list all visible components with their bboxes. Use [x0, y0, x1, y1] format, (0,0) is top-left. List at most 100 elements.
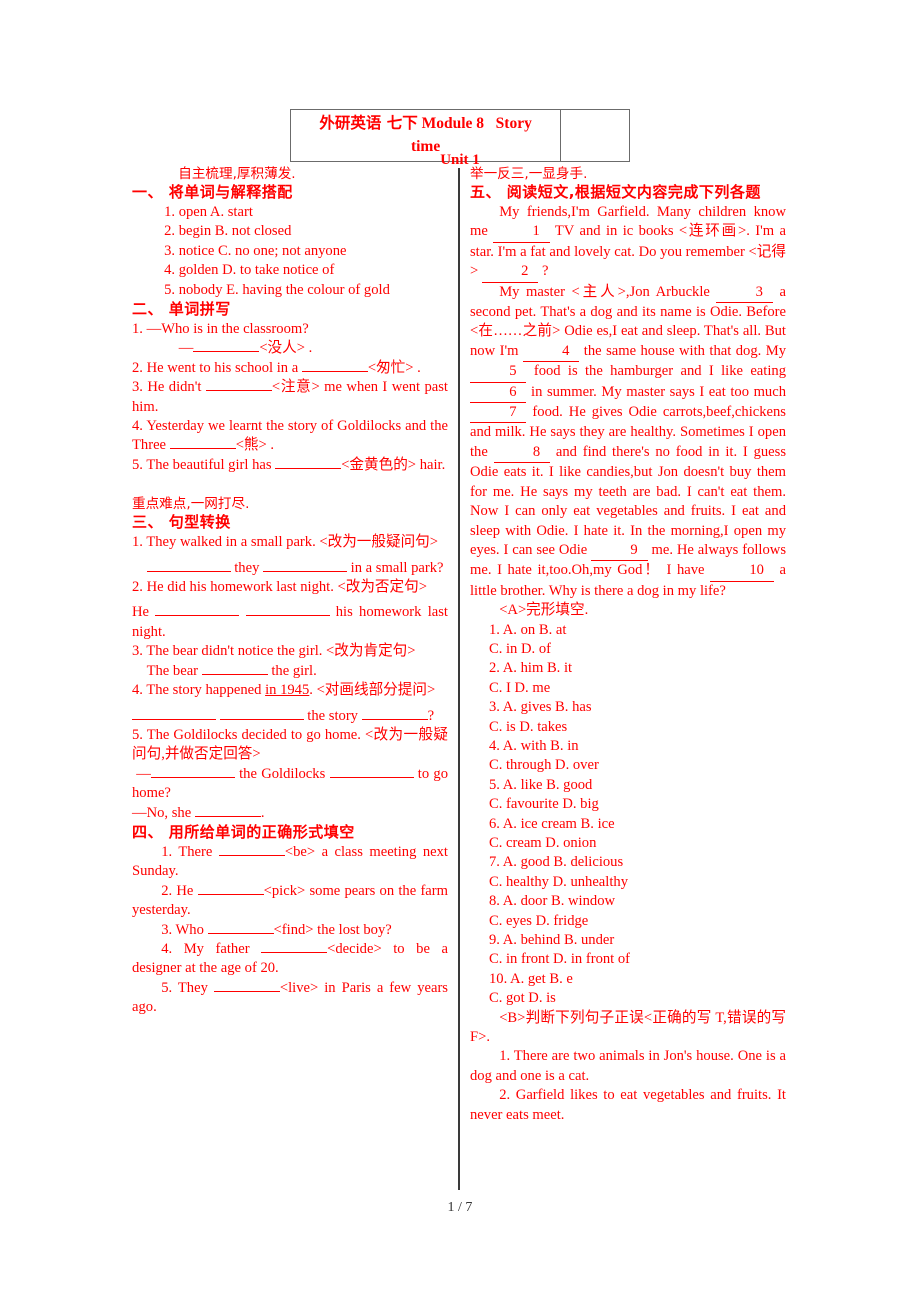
answer-blank[interactable]	[197, 893, 264, 895]
passage-blank-2[interactable]: 2	[481, 262, 539, 283]
column-divider	[458, 168, 460, 1190]
left-column: 自主梳理,厚积薄发. 一、 将单词与解释搭配 1. open A. start …	[132, 165, 448, 1018]
answer-blank[interactable]	[146, 570, 231, 572]
passage-p2-text-a: My master <主人>,Jon Arbuckle	[499, 283, 717, 300]
option-line[interactable]: C. healthy D. unhealthy	[470, 873, 786, 892]
fill-form-q5: 5. They <live> in Paris a few years ago.	[132, 979, 448, 1018]
passage-blank-9[interactable]: 9	[591, 541, 648, 562]
option-line[interactable]: 4. A. with B. in	[470, 737, 786, 756]
fill-form-q3-post: <find> the lost boy?	[273, 921, 392, 938]
transform-q5-mid: the Goldilocks	[234, 765, 330, 782]
fill-form-q3: 3. Who <find> the lost boy?	[132, 921, 448, 940]
spelling-q3-text: 3. He didn't	[132, 379, 206, 396]
transform-q3-end: the girl.	[267, 662, 317, 679]
option-line[interactable]: 9. A. behind B. under	[470, 931, 786, 950]
banner-key-points: 重点难点,一网打尽.	[132, 496, 250, 513]
banner-practice: 举一反三,一显身手.	[470, 166, 588, 182]
answer-blank[interactable]	[329, 776, 414, 778]
spelling-q1-hint: <没人> .	[259, 340, 313, 357]
match-item: 1. open A. start	[164, 204, 253, 221]
banner-self-study: 自主梳理,厚积薄发.	[178, 166, 296, 182]
transform-q5-pre: —	[136, 765, 151, 782]
transform-q4-mid: the story	[303, 707, 362, 724]
transform-q2: 2. He did his homework last night. <改为否定…	[132, 579, 427, 596]
passage-blank-7[interactable]: 7	[470, 403, 527, 424]
answer-blank[interactable]	[245, 615, 330, 617]
passage-blank-6[interactable]: 6	[470, 383, 527, 404]
section-5-heading: 五、 阅读短文,根据短文内容完成下列各题	[470, 183, 761, 202]
option-line[interactable]: C. favourite D. big	[470, 795, 786, 814]
answer-blank[interactable]	[193, 351, 260, 353]
option-line[interactable]: C. I D. me	[470, 679, 786, 698]
option-line[interactable]: 8. A. door B. window	[470, 892, 786, 911]
spelling-q5-hint: <金黄色的> hair.	[341, 456, 446, 473]
answer-blank[interactable]	[219, 718, 304, 720]
option-line[interactable]: C. in D. of	[470, 640, 786, 659]
fill-form-q4: 4. My father <decide> to be a designer a…	[132, 940, 448, 979]
answer-blank[interactable]	[194, 815, 261, 817]
match-item: 3. notice C. no one; not anyone	[164, 242, 347, 259]
answer-blank[interactable]	[150, 776, 235, 778]
passage-blank-3[interactable]: 3	[716, 283, 773, 304]
option-line[interactable]: C. in front D. in front of	[470, 950, 786, 969]
transform-q2-end: his homework last night.	[132, 604, 448, 640]
answer-blank[interactable]	[301, 370, 368, 372]
header-title-module: Module 8	[421, 115, 485, 133]
fill-form-q2: 2. He <pick> some pears on the farm yest…	[132, 882, 448, 921]
passage-blank-5[interactable]: 5	[470, 362, 527, 383]
passage-blank-10[interactable]: 10	[710, 561, 774, 582]
right-column: 举一反三,一显身手. 五、 阅读短文,根据短文内容完成下列各题 My frien…	[470, 165, 786, 1125]
transform-q1-answer: they in a small park?	[132, 559, 448, 578]
passage-blank-8[interactable]: 8	[493, 443, 551, 464]
fill-form-q1: 1. There <be> a class meeting next Sunda…	[132, 843, 448, 882]
option-line[interactable]: C. through D. over	[470, 756, 786, 775]
option-line[interactable]: 5. A. like B. good	[470, 776, 786, 795]
option-line[interactable]: 1. A. on B. at	[470, 621, 786, 640]
section-4-heading: 四、 用所给单词的正确形式填空	[132, 822, 355, 841]
transform-q4-underlined: in 1945	[265, 682, 310, 699]
passage-blank-4[interactable]: 4	[522, 342, 580, 363]
answer-blank[interactable]	[361, 718, 428, 720]
answer-blank[interactable]	[169, 448, 236, 450]
answer-blank[interactable]	[218, 854, 285, 856]
option-line[interactable]: C. is D. takes	[470, 718, 786, 737]
passage-blank-1[interactable]: 1	[493, 222, 550, 243]
answer-blank[interactable]	[275, 467, 342, 469]
match-item: 5. nobody E. having the colour of gold	[164, 281, 390, 298]
answer-blank[interactable]	[132, 718, 216, 720]
option-line[interactable]: C. eyes D. fridge	[470, 912, 786, 931]
option-line[interactable]: 6. A. ice cream B. ice	[470, 815, 786, 834]
passage-p2-text-c: the same house with that dog. My	[579, 342, 786, 359]
answer-blank[interactable]	[207, 932, 274, 934]
spelling-q4: 4. Yesterday we learnt the story of Gold…	[132, 417, 448, 456]
passage-p2-text-e: in summer. My master says I eat too much	[526, 383, 786, 400]
option-line[interactable]: 2. A. him B. it	[470, 659, 786, 678]
answer-blank[interactable]	[155, 615, 240, 617]
match-item: 4. golden D. to take notice of	[164, 262, 335, 279]
option-line[interactable]: 10. A. get B. e	[470, 970, 786, 989]
dash-marker: —	[178, 340, 194, 357]
passage-paragraph-2: My master <主人>,Jon Arbuckle 3 a second p…	[470, 283, 786, 602]
answer-blank[interactable]	[261, 951, 328, 953]
transform-q3: 3. The bear didn't notice the girl. <改为肯…	[132, 643, 416, 660]
answer-blank[interactable]	[201, 673, 268, 675]
option-line[interactable]: C. got D. is	[470, 989, 786, 1008]
transform-q4: 4. The story happened in 1945. <对画线部分提问>	[132, 681, 448, 700]
transform-q5-answer: — the Goldilocks to go home?	[132, 765, 448, 804]
option-line[interactable]: 7. A. good B. delicious	[470, 853, 786, 872]
answer-blank[interactable]	[263, 570, 348, 572]
transform-q5-neg-end: .	[260, 804, 265, 821]
answer-blank[interactable]	[213, 990, 280, 992]
passage-p2-text-d: food is the hamburger and I like eating	[526, 363, 786, 380]
fill-form-q1-pre: 1. There	[161, 843, 219, 860]
part-b-heading: <B>判断下列句子正误<正确的写 T,错误的写 F>.	[470, 1009, 786, 1046]
spelling-q4-hint: <熊> .	[235, 437, 275, 454]
spelling-q2-hint: <匆忙> .	[367, 359, 421, 376]
answer-blank[interactable]	[205, 390, 272, 392]
header-title-story: Story	[495, 115, 532, 133]
option-line[interactable]: C. cream D. onion	[470, 834, 786, 853]
fill-form-q3-pre: 3. Who	[161, 921, 208, 938]
option-line[interactable]: 3. A. gives B. has	[470, 698, 786, 717]
fill-form-q5-pre: 5. They	[161, 979, 214, 996]
